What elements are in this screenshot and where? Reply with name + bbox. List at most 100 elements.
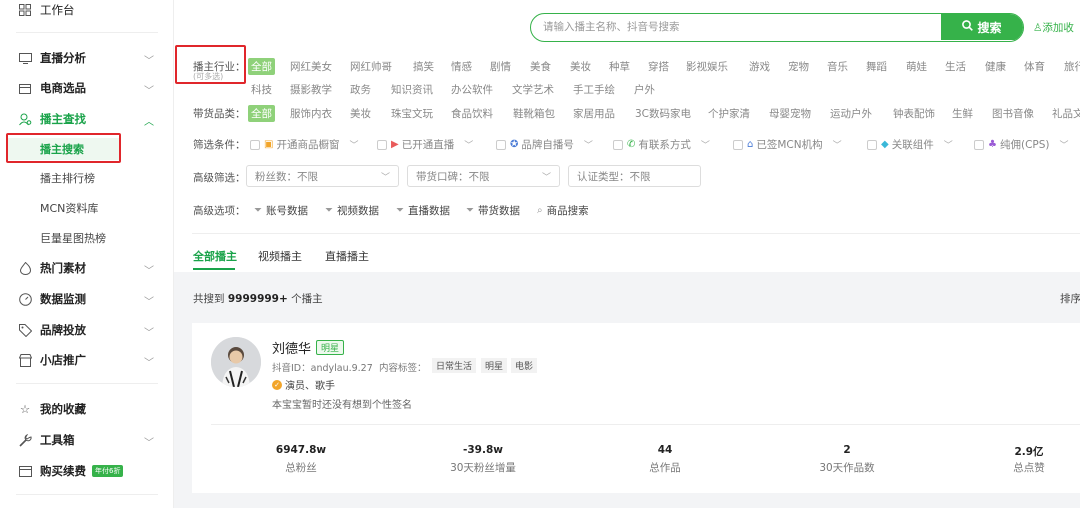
condition-label: 有联系方式: [638, 139, 691, 151]
sidebar-item-live-analysis[interactable]: 直播分析 ﹀: [0, 46, 174, 70]
filter-tag[interactable]: 生活: [945, 59, 966, 74]
streamer-name[interactable]: 刘德华: [272, 338, 311, 357]
sidebar-item-brand-ads[interactable]: 品牌投放 ﹀: [0, 318, 174, 342]
filter-tag[interactable]: 户外: [634, 82, 655, 97]
sidebar-item-streamer-search[interactable]: 播主查找 ︿: [0, 107, 174, 131]
filter-tag[interactable]: 美妆: [350, 106, 371, 121]
select-value: 认证类型：不限: [577, 170, 651, 183]
condition-brand-self[interactable]: ✪ 品牌自播号 ﹀: [496, 137, 593, 152]
tab-video[interactable]: 视频播主: [258, 248, 302, 264]
option-video-data[interactable]: ⏷ 视频数据: [325, 203, 379, 218]
add-favorite-link[interactable]: ♙添加收: [1033, 20, 1074, 35]
filter-tag[interactable]: 知识资讯: [391, 82, 433, 97]
option-sales-data[interactable]: ⏷ 带货数据: [466, 203, 520, 218]
option-live-data[interactable]: ⏷ 直播数据: [396, 203, 450, 218]
checkbox: [733, 139, 743, 150]
filter-tag[interactable]: 文学艺术: [512, 82, 554, 97]
gauge-icon: [18, 292, 32, 306]
sidebar-item-shop-promo[interactable]: 小店推广 ﹀: [0, 348, 174, 372]
chevron-down-icon: ﹀: [144, 297, 154, 308]
filter-tag[interactable]: 网红美女: [290, 59, 332, 74]
filter-tag[interactable]: 体育: [1024, 59, 1045, 74]
filter-tag[interactable]: 穿搭: [648, 59, 669, 74]
condition-component[interactable]: ◆ 关联组件 ﹀: [867, 137, 953, 152]
tab-live[interactable]: 直播播主: [325, 248, 369, 264]
filter-tag[interactable]: 全部: [248, 105, 275, 122]
stat-value: 6947.8w: [275, 444, 327, 456]
filter-tag[interactable]: 服饰内衣: [290, 106, 332, 121]
sidebar-item-toolbox[interactable]: 工具箱 ﹀: [0, 428, 174, 452]
sidebar-item-favorites[interactable]: ☆ 我的收藏: [0, 397, 174, 421]
sidebar-subitem-ranking[interactable]: 播主排行榜: [0, 167, 174, 189]
search-input[interactable]: [531, 14, 941, 40]
tab-all[interactable]: 全部播主: [193, 248, 237, 264]
option-label: 商品搜索: [546, 205, 589, 217]
filter-tag[interactable]: 摄影教学: [290, 82, 332, 97]
filter-tag[interactable]: 鞋靴箱包: [513, 106, 555, 121]
filter-tag[interactable]: 钟表配饰: [893, 106, 935, 121]
option-account-data[interactable]: ⏷ 账号数据: [254, 203, 308, 218]
filter-tag[interactable]: 情感: [451, 59, 472, 74]
sidebar-subitem-xingtu[interactable]: 巨量星图热榜: [0, 227, 174, 249]
filter-tag[interactable]: 健康: [985, 59, 1006, 74]
filter-tag[interactable]: 萌娃: [906, 59, 927, 74]
condition-cps[interactable]: ♣ 纯佣(CPS) ﹀: [974, 137, 1069, 152]
tab-active-indicator: [193, 268, 235, 270]
search-button-label: 搜索: [977, 20, 1002, 35]
filter-tag[interactable]: 科技: [251, 82, 272, 97]
chevron-down-icon: ﹀: [349, 141, 359, 151]
filter-tag[interactable]: 美食: [530, 59, 551, 74]
filter-tag[interactable]: 影视娱乐: [686, 59, 728, 74]
filter-tag[interactable]: 珠宝文玩: [391, 106, 433, 121]
content-tag: 电影: [511, 358, 538, 373]
filter-tag[interactable]: 网红帅哥: [350, 59, 392, 74]
signature: 本宝宝暂时还没有想到个性签名: [272, 400, 412, 411]
fans-select[interactable]: 粉丝数：不限 ﹀: [246, 165, 399, 187]
reputation-select[interactable]: 带货口碑：不限 ﹀: [407, 165, 560, 187]
condition-contact[interactable]: ✆ 有联系方式 ﹀: [613, 137, 710, 152]
filter-tag[interactable]: 政务: [350, 82, 371, 97]
sidebar-item-workbench[interactable]: 工作台: [0, 0, 174, 22]
filter-tag[interactable]: 家居用品: [573, 106, 615, 121]
divider: [16, 383, 158, 384]
filter-tag[interactable]: 3C数码家电: [635, 106, 691, 121]
filter-tag[interactable]: 运动户外: [830, 106, 872, 121]
filter-tag[interactable]: 个护家清: [708, 106, 750, 121]
option-label: 直播数据: [408, 205, 450, 217]
filter-tag[interactable]: 音乐: [827, 59, 848, 74]
filter-tag[interactable]: 游戏: [749, 59, 770, 74]
filter-tag[interactable]: 图书音像: [992, 106, 1034, 121]
sidebar-item-hot-material[interactable]: 热门素材 ﹀: [0, 256, 174, 280]
filter-tag[interactable]: 礼品文: [1052, 106, 1080, 121]
chevron-down-icon: ﹀: [541, 173, 551, 183]
filter-tag[interactable]: 宠物: [788, 59, 809, 74]
chevron-down-icon: ﹀: [144, 438, 154, 449]
filter-tag[interactable]: 种草: [609, 59, 630, 74]
star-icon: ☆: [19, 402, 31, 416]
filter-tag[interactable]: 办公软件: [451, 82, 493, 97]
condition-mcn[interactable]: ⌂ 已签MCN机构 ﹀: [733, 137, 842, 152]
sidebar-item-data-monitor[interactable]: 数据监测 ﹀: [0, 287, 174, 311]
cert-type-select[interactable]: 认证类型：不限: [568, 165, 701, 187]
condition-live[interactable]: ▶ 已开通直播 ﹀: [377, 137, 473, 152]
filter-tag[interactable]: 美妆: [570, 59, 591, 74]
filter-tag[interactable]: 全部: [248, 58, 275, 75]
filter-tag[interactable]: 生鲜: [952, 106, 973, 121]
filter-tag[interactable]: 舞蹈: [866, 59, 887, 74]
filter-tag[interactable]: 手工手绘: [573, 82, 615, 97]
filter-tag[interactable]: 旅行: [1064, 59, 1080, 74]
sidebar-subitem-mcn[interactable]: MCN资料库: [0, 197, 174, 219]
filter-tag[interactable]: 食品饮料: [451, 106, 493, 121]
sidebar-item-purchase[interactable]: 购买续费 年付6折: [0, 459, 174, 483]
condition-showcase[interactable]: ▣ 开通商品橱窗 ﹀: [250, 137, 358, 152]
filter-tag[interactable]: 剧情: [490, 59, 511, 74]
sidebar-item-product-selection[interactable]: 电商选品 ﹀: [0, 76, 174, 100]
filter-icon: ⏷: [396, 205, 404, 216]
sort-button[interactable]: 排序: [1060, 291, 1080, 306]
card-icon: [18, 464, 32, 478]
filter-tag[interactable]: 母婴宠物: [769, 106, 811, 121]
search-button[interactable]: 搜索: [941, 14, 1023, 40]
option-product-search[interactable]: ⌕ 商品搜索: [537, 203, 589, 218]
avatar[interactable]: [211, 337, 261, 387]
filter-tag[interactable]: 搞笑: [413, 59, 434, 74]
